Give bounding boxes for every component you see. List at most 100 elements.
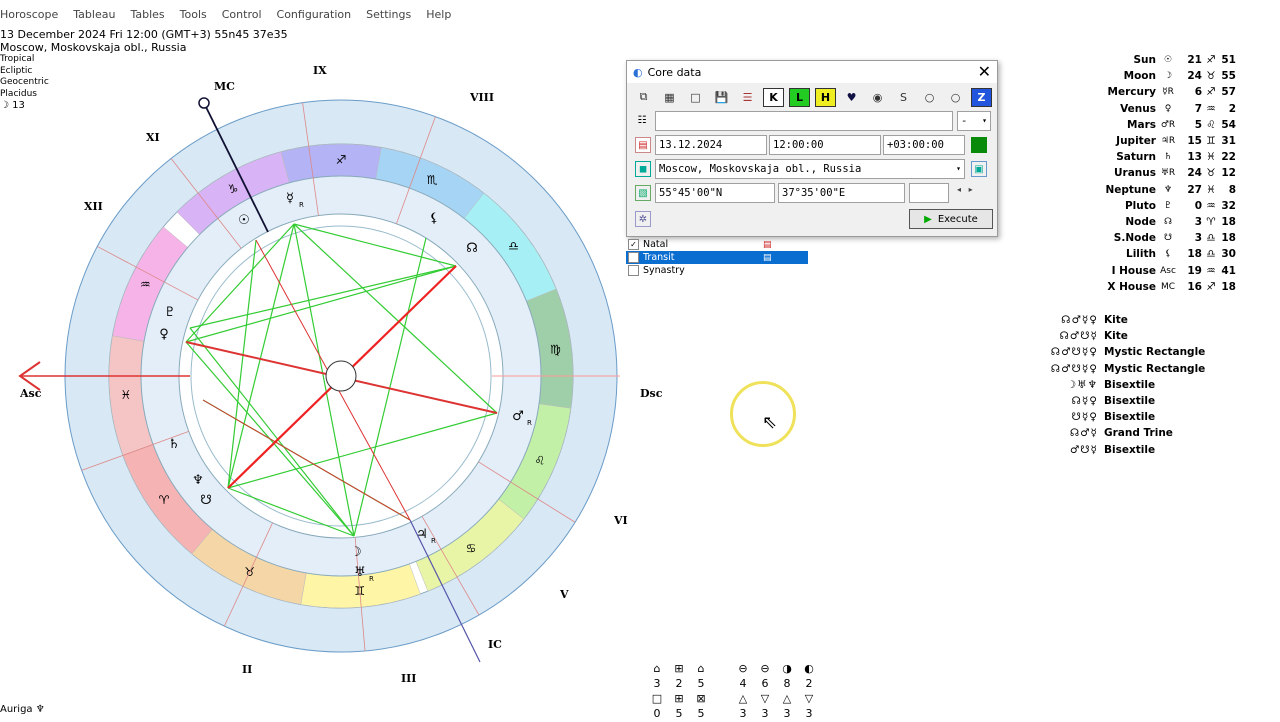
aspect-pattern-row[interactable]: ☊♂☿♀ Kite xyxy=(1040,312,1205,328)
menu-horoscope[interactable]: Horoscope xyxy=(0,8,58,26)
planet-degree: 5 xyxy=(1194,118,1202,131)
house-label: Dsc xyxy=(640,387,663,400)
planet-glyph-icon: ☿ xyxy=(286,191,294,206)
planet-glyph-icon: ♂ xyxy=(512,409,524,424)
pattern-name: Bisextile xyxy=(1104,395,1156,408)
copy-icon[interactable]: ⧉ xyxy=(633,88,654,107)
longitude-field[interactable]: 37°35'00"E xyxy=(778,183,905,203)
color-swatch-button[interactable] xyxy=(971,137,987,153)
planet-minutes: 30 xyxy=(1221,248,1236,261)
checkbox[interactable] xyxy=(628,252,639,263)
menu-control[interactable]: Control xyxy=(222,8,262,26)
s-icon[interactable]: S xyxy=(893,88,914,107)
element-count: 5 xyxy=(697,677,705,690)
sign-glyph-icon: ♐ xyxy=(1206,280,1216,293)
checkbox[interactable]: ✓ xyxy=(628,239,639,250)
name-field[interactable] xyxy=(655,111,953,131)
zodiac-sign-icon: ♏ xyxy=(427,173,438,187)
planet-degree: 16 xyxy=(1187,280,1202,293)
table-icon[interactable]: ☰ xyxy=(737,88,758,107)
chart-type-synastry[interactable]: Synastry xyxy=(626,264,808,277)
menu-tables[interactable]: Tables xyxy=(130,8,164,26)
planet-row: I House Asc 19 ♒ 41 xyxy=(1080,262,1236,278)
save-icon[interactable]: 💾 xyxy=(711,88,732,107)
planet-row: Pluto ♇ 0 ♒ 32 xyxy=(1080,198,1236,214)
house-label: IC xyxy=(488,638,502,651)
zodiac-sign-icon: ♓ xyxy=(120,388,131,402)
k-icon[interactable]: K xyxy=(763,87,784,107)
gender-select[interactable]: - ▾ xyxy=(957,111,991,131)
sign-glyph-icon: ♐ xyxy=(1206,86,1216,99)
altitude-field[interactable] xyxy=(909,183,949,203)
radio-icon[interactable]: ○ xyxy=(919,88,940,107)
aspect-pattern-row[interactable]: ☊☿♀ Bisextile xyxy=(1040,393,1205,409)
sign-glyph-icon: ♓ xyxy=(1206,151,1216,164)
element-count: 8 xyxy=(783,677,791,690)
aspect-pattern-row[interactable]: ☽♅♆ Bisextile xyxy=(1040,377,1205,393)
element-count: 3 xyxy=(653,677,661,690)
aspect-pattern-row[interactable]: ♂☋☿ Bisextile xyxy=(1040,442,1205,458)
sign-glyph-icon: ♐ xyxy=(1206,54,1216,67)
house-label: Asc xyxy=(19,387,42,400)
element-count xyxy=(712,677,732,692)
planet-degree: 24 xyxy=(1187,167,1202,180)
zodiac-sign-icon: ♒ xyxy=(140,278,151,292)
new-icon[interactable]: □ xyxy=(685,88,706,107)
settings-wheel-icon[interactable]: ✲ xyxy=(635,211,651,227)
aspect-pattern-row[interactable]: ☊♂☋☿ Kite xyxy=(1040,328,1205,344)
aspect-pattern-row[interactable]: ☊♂☋☿♀ Mystic Rectangle xyxy=(1040,361,1206,377)
aspect-patterns-list: ☊♂☿♀ Kite ☊♂☋☿ Kite ☊♂☋☿♀ Mystic Rectangle… xyxy=(1040,312,1206,458)
menu-configuration[interactable]: Configuration xyxy=(277,8,352,26)
planet-minutes: 12 xyxy=(1221,167,1236,180)
retrograde-marker: R xyxy=(299,201,304,209)
date-field[interactable]: 13.12.2024 xyxy=(655,135,767,155)
pattern-glyphs-icon: ☊♂☿♀ xyxy=(1061,314,1098,327)
planet-minutes: 51 xyxy=(1221,54,1236,67)
planet-row: Sun ☉ 21 ♐ 51 xyxy=(1080,52,1236,68)
aspect-pattern-row[interactable]: ☊♂☿ Grand Trine xyxy=(1040,425,1205,441)
planet-degree: 3 xyxy=(1194,232,1202,245)
pattern-glyphs-icon: ♂☋☿ xyxy=(1069,443,1098,456)
radio-icon[interactable]: ○ xyxy=(945,88,966,107)
l-icon[interactable]: L xyxy=(789,87,810,107)
zodiac-sign-icon: ♋ xyxy=(466,542,477,556)
execute-button[interactable]: ▶ Execute xyxy=(909,209,993,229)
place-field[interactable]: Moscow, Moskovskaja obl., Russia ▾ xyxy=(655,159,965,179)
planet-name: Mercury xyxy=(1107,86,1156,99)
h-icon[interactable]: H xyxy=(815,87,836,107)
spin-arrows[interactable]: ◂ ▸ xyxy=(957,185,973,194)
planet-name: Saturn xyxy=(1116,151,1156,164)
heart-icon[interactable]: ♥ xyxy=(841,88,862,107)
pattern-glyphs-icon: ☊♂☋☿ xyxy=(1059,330,1098,343)
menu-tableau[interactable]: Tableau xyxy=(73,8,115,26)
planet-glyph-icon: ☿R xyxy=(1162,87,1174,98)
pattern-name: Bisextile xyxy=(1104,411,1156,424)
circle-icon[interactable]: ◉ xyxy=(867,88,888,107)
menu-bar: Horoscope Tableau Tables Tools Control C… xyxy=(0,8,466,26)
element-icon: ⌂ xyxy=(697,662,705,675)
center-circle xyxy=(325,360,357,392)
timezone-field[interactable]: +03:00:00 xyxy=(883,135,965,155)
menu-tools[interactable]: Tools xyxy=(180,8,207,26)
planet-glyph-icon: ♅ xyxy=(354,565,366,580)
element-count: 6 xyxy=(761,677,769,690)
house-label: VIII xyxy=(469,91,494,104)
z-icon[interactable]: Z xyxy=(971,87,992,107)
menu-help[interactable]: Help xyxy=(426,8,451,26)
chart-type-transit[interactable]: Transit ▤ xyxy=(626,251,808,264)
close-icon[interactable]: ✕ xyxy=(978,63,991,81)
planet-glyph-icon: ♄ xyxy=(1163,152,1173,163)
planet-glyph-icon: ♇ xyxy=(164,305,176,320)
map-icon[interactable]: ▣ xyxy=(971,161,987,177)
aspect-pattern-row[interactable]: ☊♂☋☿♀ Mystic Rectangle xyxy=(1040,344,1206,360)
paste-icon[interactable]: ▦ xyxy=(659,88,680,107)
planet-minutes: 18 xyxy=(1221,215,1236,228)
element-icon xyxy=(712,662,732,677)
checkbox[interactable] xyxy=(628,265,639,276)
chart-type-natal[interactable]: ✓ Natal ▤ xyxy=(626,238,808,251)
aspect-pattern-row[interactable]: ☋☿♀ Bisextile xyxy=(1040,409,1205,425)
latitude-field[interactable]: 55°45'00"N xyxy=(655,183,775,203)
time-field[interactable]: 12:00:00 xyxy=(769,135,881,155)
natal-chart-wheel[interactable]: ♐♏♎♍♌♋♊♉♈♓♒♑☿R☉⚸☊♀♇♄♆☋☽♅R♃R♂RMCAscDscICI… xyxy=(0,50,680,700)
menu-settings[interactable]: Settings xyxy=(366,8,411,26)
